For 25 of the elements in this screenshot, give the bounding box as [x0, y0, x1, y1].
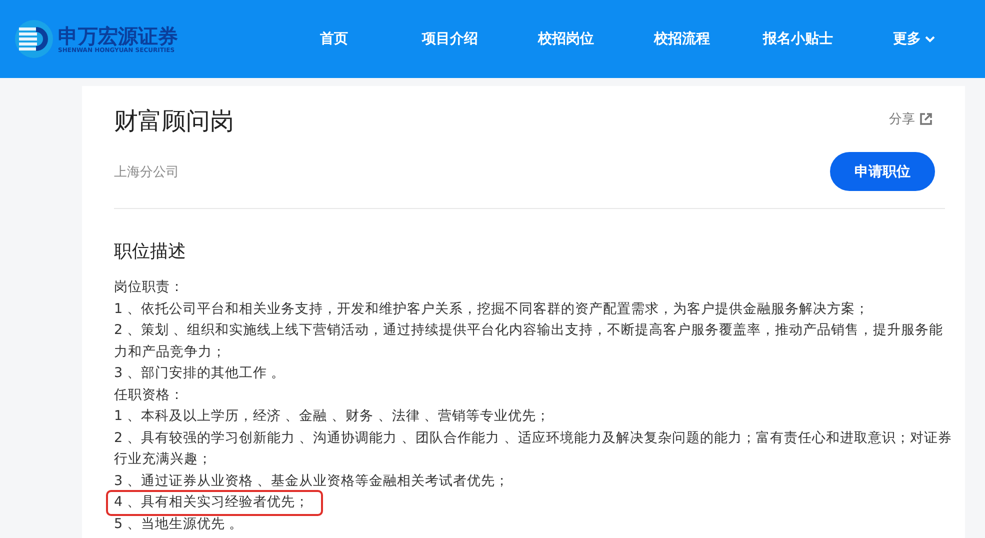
- logo-name: 申万宏源证券: [58, 24, 178, 46]
- highlighted-text: 4 、具有相关实习经验者优先；: [108, 492, 321, 514]
- description-text: 1 、本科及以上学历，经济 、金融 、财务 、法律 、营销等专业优先；: [114, 407, 552, 426]
- description-text: 2 、策划 、组织和实施线上线下营销活动，通过持续提供平台化内容输出支持，不断提高客户服务覆盖率，推动产品销售，提升服务能力和产品竞争力；: [114, 321, 944, 362]
- nav-link[interactable]: 更多: [856, 30, 972, 48]
- chevron-down-icon: [925, 36, 935, 42]
- nav-link[interactable]: 首页: [276, 30, 392, 48]
- description-text: 2 、具有较强的学习创新能力 、沟通协调能力 、团队合作能力 、适应环境能力及解决复杂问题的能力；富有责任心和进取意识；对证券行业充满兴趣；: [114, 428, 952, 469]
- description-text: 3 、部门安排的其他工作 。: [114, 364, 286, 383]
- section-heading: 职位描述: [114, 240, 187, 263]
- description-text: 岗位职责：: [114, 278, 185, 297]
- nav-link[interactable]: 项目介绍: [392, 30, 508, 48]
- job-location: 上海分公司: [114, 164, 179, 180]
- description-text: 任职资格：: [114, 386, 185, 404]
- share-link[interactable]: 分享: [889, 100, 945, 138]
- share-icon: [919, 112, 933, 126]
- nav-link[interactable]: 校招岗位: [508, 30, 624, 48]
- nav-link[interactable]: 报名小贴士: [740, 30, 856, 48]
- job-title: 财富顾问岗: [114, 106, 234, 137]
- nav-link[interactable]: 校招流程: [624, 30, 740, 48]
- description-text: 5 、当地生源优先 。: [114, 514, 244, 534]
- description-text: 1 、依托公司平台和相关业务支持，开发和维护客户关系，挖掘不同客群的资产配置需求，为客户提供金融服务解决方案；: [114, 300, 870, 318]
- logo-icon: [14, 19, 54, 59]
- description-text: 3 、通过证券从业资格 、基金从业资格等金融相关考试者优先；: [114, 472, 510, 490]
- apply-button[interactable]: 申请职位: [830, 152, 935, 191]
